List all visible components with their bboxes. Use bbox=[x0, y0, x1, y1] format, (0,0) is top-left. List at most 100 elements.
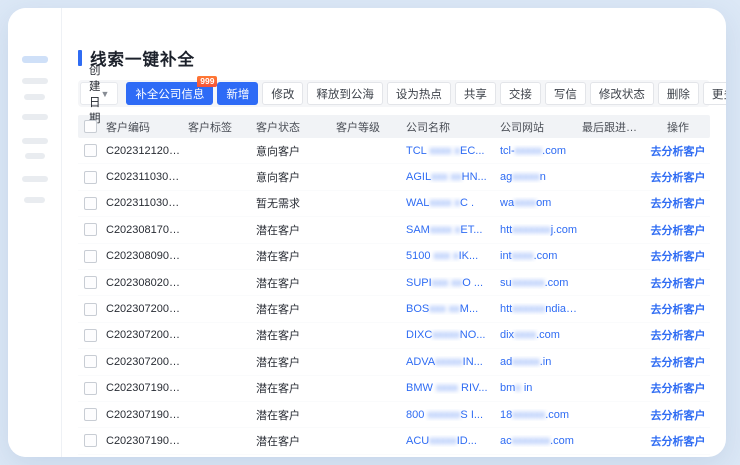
company-website-link[interactable]: 18xxxxxx.com bbox=[496, 409, 578, 421]
table-body: C202312120001意向客户TCL xxxx xEC...tcl-xxxx… bbox=[78, 138, 710, 455]
company-name[interactable]: 5100 xxx xIK... bbox=[402, 250, 496, 262]
complete-company-info-label: 补全公司信息 bbox=[135, 86, 204, 102]
redacted-text: xxx xx bbox=[431, 171, 462, 183]
toolbar-button[interactable]: 释放到公海 bbox=[307, 82, 383, 105]
toolbar-button[interactable]: 设为热点 bbox=[387, 82, 451, 105]
table-row: C202307190001潜在客户ACUxxxxxID...acxxxxxxx.… bbox=[78, 428, 710, 454]
company-name[interactable]: SUPIxxx xxO ... bbox=[402, 277, 496, 289]
company-name[interactable]: AGILxxx xxHN... bbox=[402, 171, 496, 183]
select-all-checkbox[interactable] bbox=[84, 120, 97, 133]
analyze-customer-link[interactable]: 去分析客户 bbox=[651, 225, 706, 237]
company-website-link[interactable]: bmx in bbox=[496, 382, 578, 394]
row-checkbox[interactable] bbox=[84, 382, 97, 395]
analyze-customer-link[interactable]: 去分析客户 bbox=[651, 410, 706, 422]
company-website-link[interactable]: adxxxxx.in bbox=[496, 356, 578, 368]
company-name[interactable]: DIXCxxxxxNO... bbox=[402, 329, 496, 341]
sidebar-placeholder bbox=[22, 78, 48, 84]
company-name[interactable]: ADVAxxxxxIN... bbox=[402, 356, 496, 368]
table-row: C202307200002潜在客户DIXCxxxxxNO...dixxxxx.c… bbox=[78, 323, 710, 349]
row-checkbox[interactable] bbox=[84, 329, 97, 342]
row-checkbox[interactable] bbox=[84, 250, 97, 263]
company-website-link[interactable]: intxxxx.com bbox=[496, 250, 578, 262]
row-checkbox[interactable] bbox=[84, 223, 97, 236]
customer-code: C202311030001 bbox=[102, 197, 184, 209]
customer-code: C202307200002 bbox=[102, 329, 184, 341]
redacted-text: xxxx bbox=[514, 197, 536, 209]
toolbar-button[interactable]: 交接 bbox=[500, 82, 541, 105]
col-actions: 操作 bbox=[646, 119, 710, 135]
company-website-link[interactable]: acxxxxxxx.com bbox=[496, 435, 578, 447]
redacted-text: xxxxxx bbox=[512, 409, 545, 421]
add-button-label: 新增 bbox=[226, 86, 249, 102]
row-checkbox[interactable] bbox=[84, 434, 97, 447]
company-website-link[interactable]: waxxxxom bbox=[496, 197, 578, 209]
redacted-text: xxx x bbox=[434, 250, 459, 262]
company-name[interactable]: ACUxxxxxID... bbox=[402, 435, 496, 447]
analyze-customer-link[interactable]: 去分析客户 bbox=[651, 330, 706, 342]
company-website-link[interactable]: tcl-xxxxx.com bbox=[496, 145, 578, 157]
analyze-customer-link[interactable]: 去分析客户 bbox=[651, 198, 706, 210]
customer-code: C202308170001 bbox=[102, 224, 184, 236]
table-header-row: 客户编码 客户标签 客户状态 客户等级 公司名称 公司网站 最后跟进总结 操作 bbox=[78, 115, 710, 138]
company-name[interactable]: SAMxxxx xET... bbox=[402, 224, 496, 236]
analyze-customer-link[interactable]: 去分析客户 bbox=[651, 304, 706, 316]
sidebar bbox=[8, 8, 62, 457]
created-date-filter[interactable]: 创建日期 ▼ bbox=[80, 82, 118, 105]
leads-table: 客户编码 客户标签 客户状态 客户等级 公司名称 公司网站 最后跟进总结 操作 … bbox=[78, 115, 710, 455]
analyze-customer-link[interactable]: 去分析客户 bbox=[651, 357, 706, 369]
customer-status: 潜在客户 bbox=[252, 275, 332, 291]
row-checkbox[interactable] bbox=[84, 355, 97, 368]
add-button[interactable]: 新增 bbox=[217, 82, 258, 105]
company-website-link[interactable]: dixxxxx.com bbox=[496, 329, 578, 341]
page-title-text: 线索一键补全 bbox=[90, 46, 195, 70]
analyze-customer-link[interactable]: 去分析客户 bbox=[651, 383, 706, 395]
analyze-customer-link[interactable]: 去分析客户 bbox=[651, 251, 706, 263]
row-checkbox[interactable] bbox=[84, 408, 97, 421]
customer-status: 潜在客户 bbox=[252, 380, 332, 396]
company-name[interactable]: TCL xxxx xEC... bbox=[402, 145, 496, 157]
row-checkbox[interactable] bbox=[84, 171, 97, 184]
toolbar-button[interactable]: 修改状态 bbox=[590, 82, 654, 105]
redacted-text: xxxx x bbox=[430, 224, 461, 236]
redacted-text: x bbox=[515, 382, 521, 394]
company-name[interactable]: 800 xxxxxxS I... bbox=[402, 409, 496, 421]
analyze-customer-link[interactable]: 去分析客户 bbox=[651, 278, 706, 290]
sidebar-placeholder bbox=[25, 153, 45, 159]
col-customer-tag: 客户标签 bbox=[184, 119, 252, 135]
company-website-link[interactable]: suxxxxxx.com bbox=[496, 277, 578, 289]
col-company-name: 公司名称 bbox=[402, 119, 496, 135]
company-name[interactable]: WALxxxx xC . bbox=[402, 197, 496, 209]
company-website-link[interactable]: httxxxxxxndia.... bbox=[496, 303, 578, 315]
customer-status: 潜在客户 bbox=[252, 222, 332, 238]
more-button[interactable]: 更多... ▼ bbox=[703, 82, 726, 105]
redacted-text: xxxxx bbox=[432, 329, 460, 341]
analyze-customer-link[interactable]: 去分析客户 bbox=[651, 436, 706, 448]
company-website-link[interactable]: httxxxxxxxj.com bbox=[496, 224, 578, 236]
customer-status: 潜在客户 bbox=[252, 407, 332, 423]
complete-company-info-button[interactable]: 补全公司信息 999 bbox=[126, 82, 213, 105]
toolbar-button[interactable]: 写信 bbox=[545, 82, 586, 105]
row-checkbox[interactable] bbox=[84, 197, 97, 210]
analyze-customer-link[interactable]: 去分析客户 bbox=[651, 172, 706, 184]
chevron-down-icon: ▼ bbox=[101, 89, 110, 99]
row-checkbox[interactable] bbox=[84, 303, 97, 316]
row-checkbox[interactable] bbox=[84, 144, 97, 157]
customer-code: C202307190002 bbox=[102, 409, 184, 421]
toolbar-button[interactable]: 修改 bbox=[262, 82, 303, 105]
table-row: C202308090001潜在客户5100 xxx xIK...intxxxx.… bbox=[78, 244, 710, 270]
sidebar-item-active[interactable] bbox=[22, 56, 48, 63]
row-checkbox[interactable] bbox=[84, 276, 97, 289]
analyze-customer-link[interactable]: 去分析客户 bbox=[651, 146, 706, 158]
sidebar-placeholder bbox=[24, 94, 45, 100]
company-name[interactable]: BOSxxx xxM... bbox=[402, 303, 496, 315]
toolbar-button[interactable]: 删除 bbox=[658, 82, 699, 105]
customer-code: C202312120001 bbox=[102, 145, 184, 157]
table-row: C202308020001潜在客户SUPIxxx xxO ...suxxxxxx… bbox=[78, 270, 710, 296]
redacted-text: xxxxx bbox=[429, 435, 457, 447]
company-name[interactable]: BMW xxxx RIV... bbox=[402, 382, 496, 394]
col-company-website: 公司网站 bbox=[496, 119, 578, 135]
redacted-text: xxx xx bbox=[429, 303, 460, 315]
more-button-label: 更多... bbox=[712, 86, 726, 102]
company-website-link[interactable]: agxxxxxn bbox=[496, 171, 578, 183]
toolbar-button[interactable]: 共享 bbox=[455, 82, 496, 105]
